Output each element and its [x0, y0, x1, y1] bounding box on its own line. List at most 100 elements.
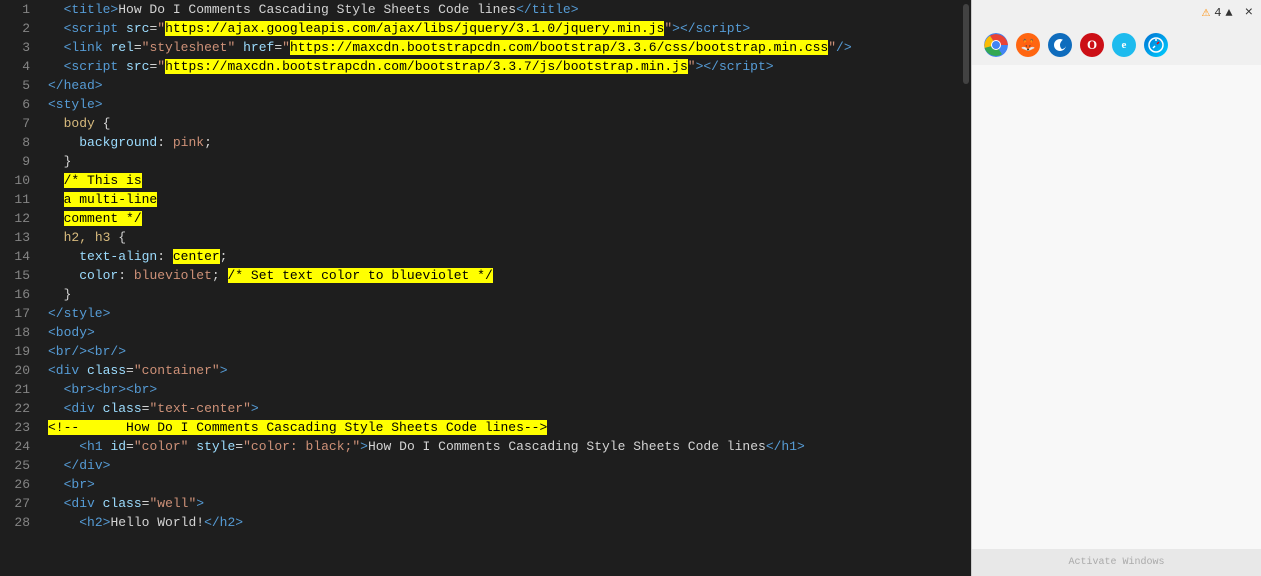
line-content-18: <body>	[40, 323, 971, 342]
right-panel: ⚠ 4 ▲ × 🦊	[971, 0, 1261, 576]
firefox-icon[interactable]: 🦊	[1016, 33, 1040, 57]
line-number-14: 14	[0, 247, 40, 266]
line-20: 20 <div class="container">	[0, 361, 971, 380]
warning-bar: ⚠ 4 ▲ ×	[972, 0, 1261, 25]
warning-chevron-up[interactable]: ▲	[1225, 6, 1232, 20]
line-content-11: a multi-line	[40, 190, 971, 209]
chrome-icon[interactable]	[984, 33, 1008, 57]
browser-icons: 🦊 O e	[972, 25, 1261, 65]
line-6: 6 <style>	[0, 95, 971, 114]
line-content-16: }	[40, 285, 971, 304]
line-content-3: <link rel="stylesheet" href="https://max…	[40, 38, 971, 57]
line-4: 4 <script src="https://maxcdn.bootstrapc…	[0, 57, 971, 76]
line-content-24: <h1 id="color" style="color: black;">How…	[40, 437, 971, 456]
line-11: 11 a multi-line	[0, 190, 971, 209]
line-2: 2 <script src="https://ajax.googleapis.c…	[0, 19, 971, 38]
line-16: 16 }	[0, 285, 971, 304]
line-number-3: 3	[0, 38, 40, 57]
line-content-6: <style>	[40, 95, 971, 114]
line-number-21: 21	[0, 380, 40, 399]
line-21: 21 <br><br><br>	[0, 380, 971, 399]
line-number-11: 11	[0, 190, 40, 209]
line-number-24: 24	[0, 437, 40, 456]
line-23: 23 <!-- How Do I Comments Cascading Styl…	[0, 418, 971, 437]
line-22: 22 <div class="text-center">	[0, 399, 971, 418]
line-content-26: <br>	[40, 475, 971, 494]
line-number-8: 8	[0, 133, 40, 152]
line-number-28: 28	[0, 513, 40, 532]
line-1: 1 <title>How Do I Comments Cascading Sty…	[0, 0, 971, 19]
opera-icon[interactable]: O	[1080, 33, 1104, 57]
line-content-14: text-align: center;	[40, 247, 971, 266]
line-number-5: 5	[0, 76, 40, 95]
line-number-17: 17	[0, 304, 40, 323]
line-number-23: 23	[0, 418, 40, 437]
line-content-28: <h2>Hello World!</h2>	[40, 513, 971, 532]
scrollbar-thumb[interactable]	[963, 4, 969, 84]
line-number-13: 13	[0, 228, 40, 247]
line-19: 19 <br/><br/>	[0, 342, 971, 361]
line-number-18: 18	[0, 323, 40, 342]
right-panel-content	[972, 65, 1261, 549]
line-number-2: 2	[0, 19, 40, 38]
line-content-20: <div class="container">	[40, 361, 971, 380]
line-26: 26 <br>	[0, 475, 971, 494]
line-7: 7 body {	[0, 114, 971, 133]
line-content-22: <div class="text-center">	[40, 399, 971, 418]
line-27: 27 <div class="well">	[0, 494, 971, 513]
warning-icon: ⚠	[1202, 4, 1210, 21]
line-17: 17 </style>	[0, 304, 971, 323]
line-number-10: 10	[0, 171, 40, 190]
edge-icon[interactable]	[1048, 33, 1072, 57]
line-content-19: <br/><br/>	[40, 342, 971, 361]
safari-icon[interactable]	[1144, 33, 1168, 57]
line-9: 9 }	[0, 152, 971, 171]
vertical-scrollbar[interactable]	[961, 0, 971, 576]
code-lines: 1 <title>How Do I Comments Cascading Sty…	[0, 0, 971, 532]
line-content-5: </head>	[40, 76, 971, 95]
code-area[interactable]: 1 <title>How Do I Comments Cascading Sty…	[0, 0, 971, 576]
editor-container: 1 <title>How Do I Comments Cascading Sty…	[0, 0, 1261, 576]
line-number-22: 22	[0, 399, 40, 418]
line-number-6: 6	[0, 95, 40, 114]
line-number-20: 20	[0, 361, 40, 380]
line-number-4: 4	[0, 57, 40, 76]
line-number-26: 26	[0, 475, 40, 494]
line-content-10: /* This is	[40, 171, 971, 190]
line-number-12: 12	[0, 209, 40, 228]
line-content-15: color: blueviolet; /* Set text color to …	[40, 266, 971, 285]
line-content-4: <script src="https://maxcdn.bootstrapcdn…	[40, 57, 971, 76]
line-number-19: 19	[0, 342, 40, 361]
line-18: 18 <body>	[0, 323, 971, 342]
line-content-23: <!-- How Do I Comments Cascading Style S…	[40, 418, 971, 437]
line-content-12: comment */	[40, 209, 971, 228]
line-12: 12 comment */	[0, 209, 971, 228]
line-28: 28 <h2>Hello World!</h2>	[0, 513, 971, 532]
line-number-16: 16	[0, 285, 40, 304]
warning-count: 4	[1214, 6, 1221, 20]
line-24: 24 <h1 id="color" style="color: black;">…	[0, 437, 971, 456]
line-content-21: <br><br><br>	[40, 380, 971, 399]
line-content-13: h2, h3 {	[40, 228, 971, 247]
line-content-1: <title>How Do I Comments Cascading Style…	[40, 0, 971, 19]
line-content-25: </div>	[40, 456, 971, 475]
line-25: 25 </div>	[0, 456, 971, 475]
line-number-7: 7	[0, 114, 40, 133]
line-number-1: 1	[0, 0, 40, 19]
line-number-15: 15	[0, 266, 40, 285]
line-5: 5 </head>	[0, 76, 971, 95]
line-8: 8 background: pink;	[0, 133, 971, 152]
line-number-25: 25	[0, 456, 40, 475]
line-number-9: 9	[0, 152, 40, 171]
close-button[interactable]: ×	[1245, 5, 1253, 21]
ie-icon[interactable]: e	[1112, 33, 1136, 57]
activate-windows-text: Activate Windows	[972, 549, 1261, 576]
line-content-7: body {	[40, 114, 971, 133]
line-number-27: 27	[0, 494, 40, 513]
line-10: 10 /* This is	[0, 171, 971, 190]
line-content-17: </style>	[40, 304, 971, 323]
line-15: 15 color: blueviolet; /* Set text color …	[0, 266, 971, 285]
line-3: 3 <link rel="stylesheet" href="https://m…	[0, 38, 971, 57]
line-content-2: <script src="https://ajax.googleapis.com…	[40, 19, 971, 38]
line-13: 13 h2, h3 {	[0, 228, 971, 247]
